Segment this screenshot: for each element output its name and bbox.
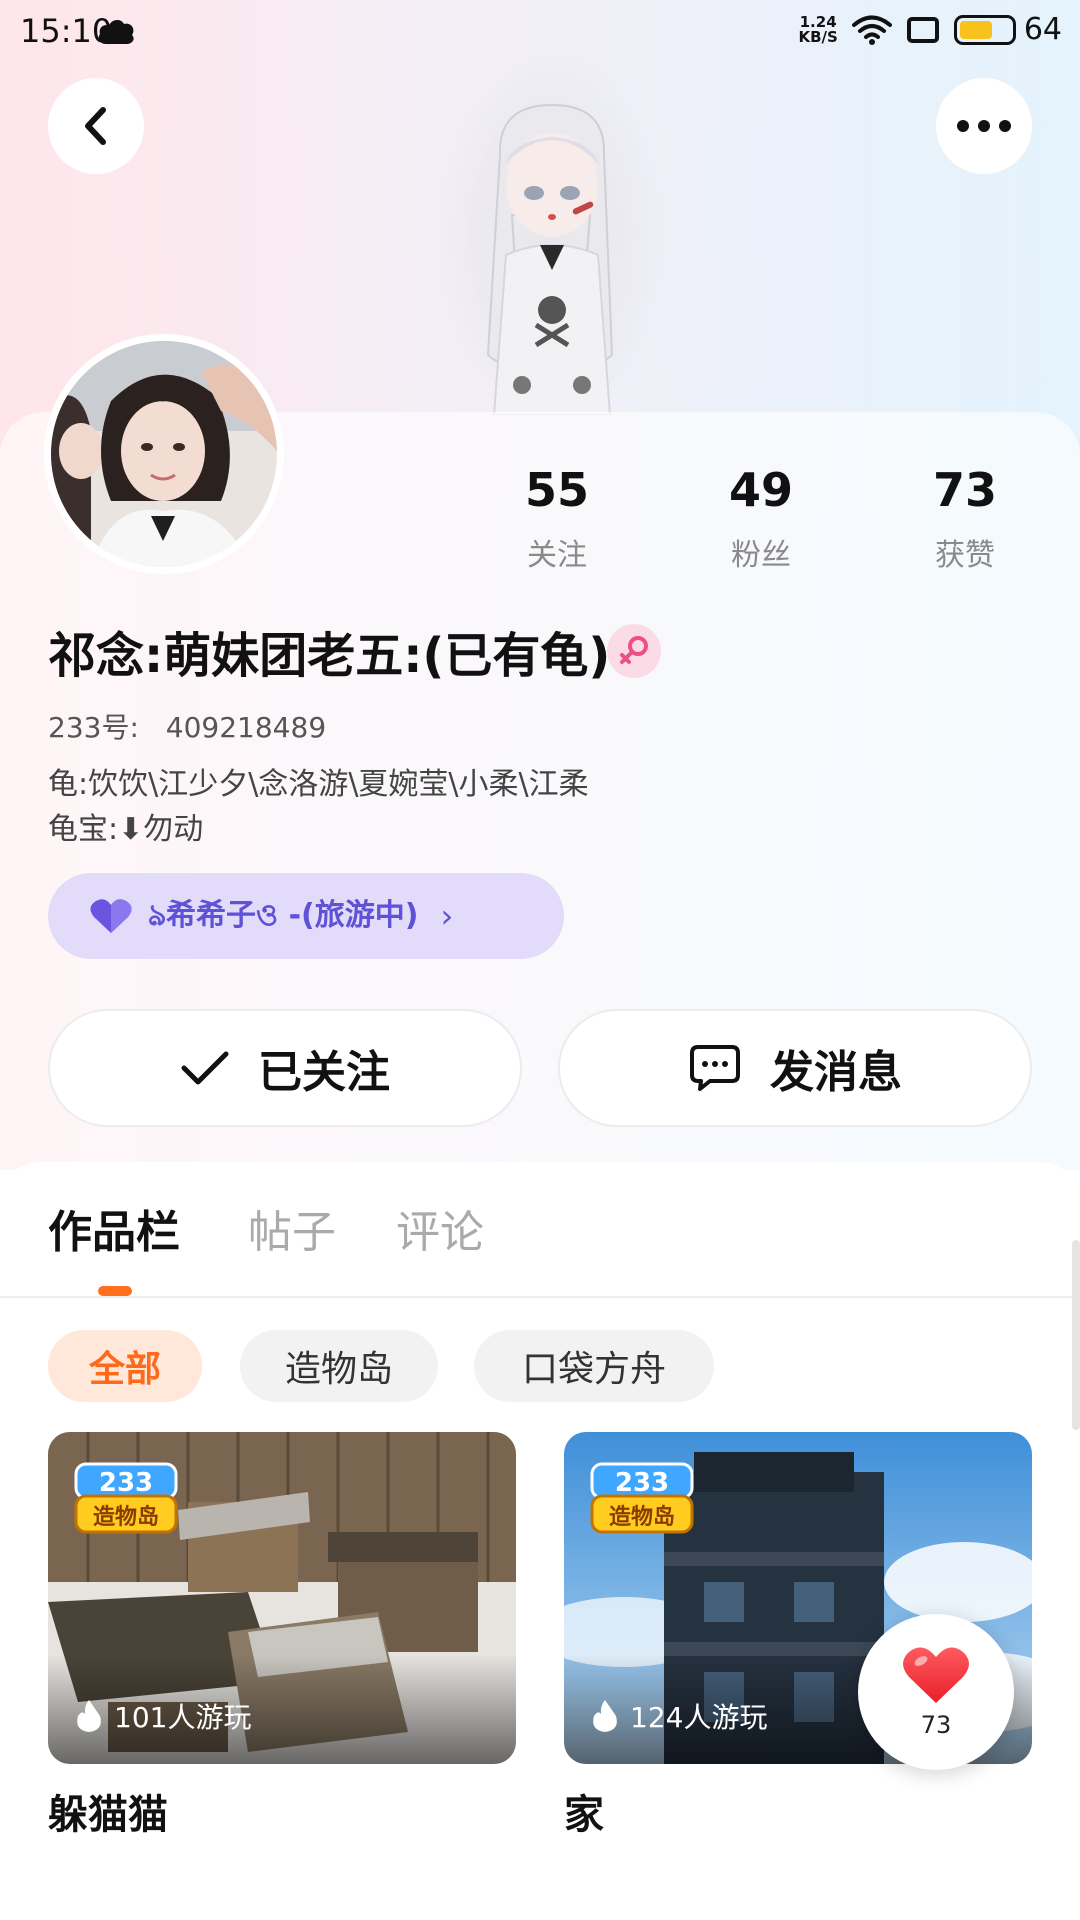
- chat-bubble-icon: [690, 1045, 740, 1091]
- user-id-label: 233号:: [48, 711, 139, 744]
- creation-island-badge-icon: 233 造物岛: [590, 1462, 694, 1534]
- battery-level: 64: [1023, 12, 1062, 47]
- avatar[interactable]: [51, 341, 277, 567]
- work-title[interactable]: 躲猫猫: [48, 1782, 168, 1840]
- play-count-text: 101人游玩: [114, 1701, 252, 1734]
- tabs-divider: [0, 1296, 1080, 1298]
- svg-text:233: 233: [615, 1468, 669, 1498]
- send-message-label: 发消息: [770, 1047, 902, 1098]
- tab-indicator: [98, 1286, 132, 1296]
- scrollbar[interactable]: [1072, 1240, 1080, 1430]
- avatar-ring: [44, 334, 284, 574]
- more-dots-icon: [957, 120, 1011, 132]
- filter-all[interactable]: 全部: [48, 1330, 202, 1402]
- stat-likes[interactable]: 73 获赞: [875, 462, 1055, 574]
- more-button[interactable]: [936, 78, 1032, 174]
- avatar-character[interactable]: [440, 95, 660, 415]
- bio-line: 龟宝:⬇勿动: [48, 812, 204, 847]
- play-count: 124人游玩: [590, 1696, 767, 1736]
- team-chip-label: ঌ希希子ও -(旅游中): [148, 898, 419, 933]
- tab-posts[interactable]: 帖子: [248, 1196, 336, 1260]
- filter-pocket-ark[interactable]: 口袋方舟: [474, 1330, 714, 1402]
- team-chip[interactable]: ঌ希希子ও -(旅游中) ›: [48, 873, 564, 959]
- stat-followers-label: 粉丝: [731, 538, 791, 573]
- flame-icon: [77, 1700, 101, 1732]
- battery-fill: [959, 20, 992, 39]
- user-id-value: 409218489: [165, 711, 327, 744]
- tab-comments[interactable]: 评论: [396, 1196, 484, 1260]
- followed-button[interactable]: 已关注: [48, 1009, 522, 1127]
- tab-works[interactable]: 作品栏: [48, 1196, 180, 1260]
- chevron-right-icon: ›: [440, 897, 454, 935]
- profile-nickname: 祁念:萌妹团老五:(已有龟): [48, 628, 611, 684]
- followed-button-label: 已关注: [258, 1047, 390, 1098]
- creation-island-badge-icon: 233 造物岛: [74, 1462, 178, 1534]
- chevron-left-icon: [85, 107, 106, 145]
- gender-badge: [607, 624, 661, 678]
- back-button[interactable]: [48, 78, 144, 174]
- stat-followers[interactable]: 49 粉丝: [671, 462, 851, 574]
- wifi-icon: [851, 15, 892, 45]
- work-card[interactable]: 233 造物岛 101人游玩: [48, 1432, 516, 1764]
- profile-tabs: 作品栏 帖子 评论: [0, 1196, 1080, 1296]
- stat-following[interactable]: 55 关注: [467, 462, 647, 574]
- svg-text:造物岛: 造物岛: [93, 1504, 159, 1530]
- filter-creation-island[interactable]: 造物岛: [240, 1330, 438, 1402]
- work-title[interactable]: 家: [564, 1782, 604, 1840]
- user-id[interactable]: 233号: 409218489: [48, 706, 326, 746]
- cloud-icon: [98, 20, 134, 44]
- like-button[interactable]: 73: [858, 1614, 1014, 1770]
- svg-text:造物岛: 造物岛: [609, 1504, 675, 1530]
- stat-likes-label: 获赞: [935, 538, 995, 573]
- network-speed: 1.24 KB/S: [798, 12, 838, 46]
- heart-icon: [90, 899, 132, 933]
- like-count: 73: [920, 1711, 952, 1739]
- stat-following-value: 55: [524, 463, 589, 517]
- screen-icon: [906, 16, 939, 43]
- battery-icon: [953, 14, 1016, 45]
- svg-text:233: 233: [99, 1468, 153, 1498]
- check-icon: [181, 1051, 229, 1085]
- profile-bio: 龟:饮饮\江少夕\念洛游\夏婉莹\小柔\江柔 龟宝:⬇勿动: [48, 762, 589, 852]
- flame-icon: [593, 1700, 617, 1732]
- stat-likes-value: 73: [932, 463, 997, 517]
- stat-followers-value: 49: [728, 463, 793, 517]
- stat-following-label: 关注: [527, 538, 587, 573]
- female-icon: [620, 636, 648, 664]
- heart-icon: [903, 1647, 969, 1703]
- send-message-button[interactable]: 发消息: [558, 1009, 1032, 1127]
- play-count: 101人游玩: [74, 1696, 251, 1736]
- play-count-text: 124人游玩: [630, 1701, 768, 1734]
- bio-line: 龟:饮饮\江少夕\念洛游\夏婉莹\小柔\江柔: [48, 767, 589, 802]
